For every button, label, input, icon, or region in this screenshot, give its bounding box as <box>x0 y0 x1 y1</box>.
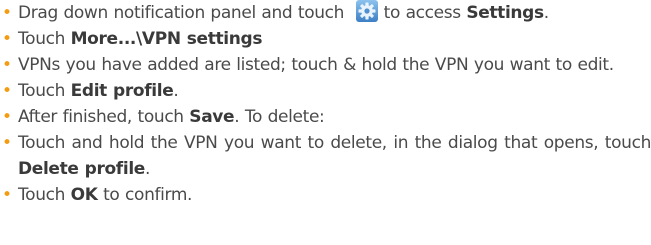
edit-profile-bold: Edit profile <box>70 81 174 101</box>
list-item: • Touch Edit profile. <box>0 78 651 104</box>
item-text: Touch <box>18 29 66 49</box>
item-text: Drag down notification panel and touch <box>18 3 345 23</box>
save-bold: Save <box>189 107 235 127</box>
item-text: After finished, touch <box>18 107 184 127</box>
instruction-list: • Drag down notification panel and touch <box>0 0 651 208</box>
list-item: • Drag down notification panel and touch <box>0 0 651 26</box>
list-item: • VPNs you have added are listed; touch &… <box>0 52 651 78</box>
item-text: . <box>543 3 549 23</box>
list-item: • Touch More...\VPN settings <box>0 26 651 52</box>
bullet-marker: • <box>2 29 12 49</box>
list-item: • Touch OK to confirm. <box>0 182 651 208</box>
bullet-marker: • <box>2 107 12 127</box>
list-item: • Touch and hold the VPN you want to dele… <box>0 130 651 182</box>
item-text: . To delete: <box>234 107 325 127</box>
item-text: Touch <box>18 185 66 205</box>
bullet-marker: • <box>2 133 12 153</box>
delete-profile-bold: Delete profile <box>18 159 145 179</box>
item-text: . <box>173 81 179 101</box>
ok-bold: OK <box>70 185 98 205</box>
bullet-marker: • <box>2 55 12 75</box>
item-text: VPNs you have added are listed; touch & … <box>18 55 614 75</box>
list-item: • After finished, touch Save. To delete: <box>0 104 651 130</box>
item-text: to access <box>383 3 461 23</box>
item-text: to confirm. <box>103 185 193 205</box>
bullet-marker: • <box>2 3 12 23</box>
item-text: Touch and hold the VPN you want to delet… <box>18 133 651 153</box>
vpn-settings-bold: More...\VPN settings <box>70 29 263 49</box>
bullet-marker: • <box>2 81 12 101</box>
settings-bold: Settings <box>466 3 544 23</box>
item-text: . <box>145 159 151 179</box>
bullet-marker: • <box>2 185 12 205</box>
item-text: Touch <box>18 81 66 101</box>
settings-gear-icon <box>355 0 378 22</box>
